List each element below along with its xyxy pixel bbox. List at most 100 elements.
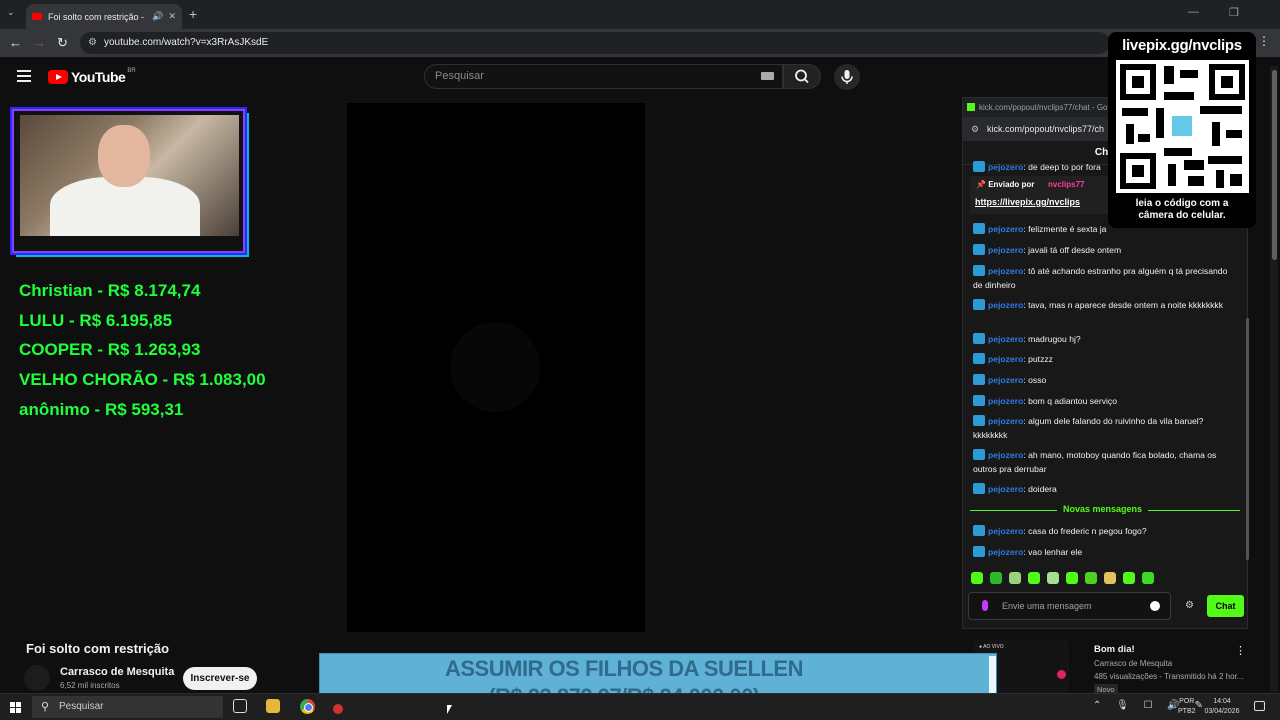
youtube-logo[interactable]: YouTube BR	[48, 68, 136, 85]
taskbar-search-input[interactable]: ⚲ Pesquisar	[32, 696, 223, 718]
user-badge-icon	[973, 395, 985, 406]
windows-start-icon[interactable]	[10, 702, 21, 713]
chat-message: pejozero: bom q adiantou serviço	[973, 394, 1239, 408]
youtube-favicon-icon	[32, 13, 42, 20]
menu-hamburger-icon[interactable]	[17, 70, 31, 82]
youtube-wordmark: YouTube	[71, 69, 126, 85]
url-text: youtube.com/watch?v=x3RrAsJKsdE	[104, 37, 269, 48]
restore-icon[interactable]: ❐	[1229, 6, 1239, 19]
user-badge-icon	[973, 223, 985, 234]
user-badge-icon	[973, 333, 985, 344]
more-options-icon[interactable]: ⋮	[1235, 644, 1246, 657]
pinned-username[interactable]: nvclips77	[1048, 180, 1084, 189]
user-badge-icon	[973, 525, 985, 536]
minimize-icon[interactable]: —	[1188, 6, 1199, 18]
notification-icon[interactable]	[1254, 701, 1265, 711]
microphone-icon[interactable]	[982, 600, 988, 611]
new-tab-plus-icon[interactable]: +	[189, 6, 197, 22]
emote-icon[interactable]	[1142, 572, 1154, 584]
subscriber-count: 6,52 mil inscritos	[60, 681, 120, 690]
app-icon[interactable]	[333, 704, 343, 714]
site-info-icon[interactable]: ⚙	[971, 117, 979, 141]
user-badge-icon	[973, 374, 985, 385]
user-badge-icon	[973, 546, 985, 557]
mouse-cursor	[447, 705, 452, 714]
qr-finder-pattern	[1209, 64, 1245, 100]
voice-search-button[interactable]	[834, 64, 860, 90]
region-code: BR	[127, 68, 136, 74]
emote-icon[interactable]	[1085, 572, 1097, 584]
recommended-video-meta: 485 visualizações - Transmitido há 2 hor…	[1094, 672, 1244, 681]
qr-finder-pattern	[1120, 64, 1156, 100]
emote-icon[interactable]	[1028, 572, 1040, 584]
search-icon	[795, 69, 809, 84]
kick-favicon-icon	[967, 103, 975, 111]
emote-icon[interactable]	[990, 572, 1002, 584]
browser-menu-icon[interactable]: ⋮	[1258, 34, 1270, 48]
user-badge-icon	[973, 161, 985, 172]
emote-icon[interactable]	[971, 572, 983, 584]
qr-instructions: leia o código com a câmera do celular.	[1135, 198, 1229, 221]
chat-message: pejozero: algum dele falando do ruivinho…	[973, 415, 1204, 440]
emote-icon[interactable]	[1066, 572, 1078, 584]
chat-scrollbar-thumb[interactable]	[1246, 318, 1249, 560]
chat-message: pejozero: doidera	[973, 482, 1239, 496]
chat-message: pejozero: tô até achando estranho pra al…	[973, 265, 1228, 290]
donor-entry: VELHO CHORÃO - R$ 1.083,00	[19, 370, 266, 390]
qr-finder-pattern	[1120, 153, 1156, 189]
emote-icon[interactable]	[1047, 572, 1059, 584]
user-badge-icon	[973, 353, 985, 364]
user-badge-icon	[973, 244, 985, 255]
pinned-link[interactable]: https://livepix.gg/nvclips	[975, 197, 1080, 207]
chrome-icon[interactable]	[300, 699, 315, 714]
emoji-picker-icon[interactable]	[1150, 601, 1160, 611]
chat-message: pejozero: ah mano, motoboy quando fica b…	[973, 449, 1217, 474]
chat-message: pejozero: tava, mas n aparece desde onte…	[973, 298, 1239, 312]
forward-arrow-icon[interactable]: →	[33, 35, 46, 50]
emote-icon[interactable]	[1104, 572, 1116, 584]
microphone-icon	[841, 70, 853, 84]
emote-icon[interactable]	[1123, 572, 1135, 584]
chat-message-input[interactable]: Envie uma mensagem	[968, 592, 1171, 620]
send-chat-button[interactable]: Chat	[1207, 595, 1244, 617]
search-button[interactable]	[783, 64, 821, 89]
chat-settings-gear-icon[interactable]: ⚙	[1185, 600, 1194, 611]
donor-entry: LULU - R$ 6.195,85	[19, 310, 173, 330]
system-clock[interactable]: 14:04 03/04/2026	[1202, 697, 1242, 717]
user-badge-icon	[973, 299, 985, 310]
loading-spinner	[450, 322, 540, 412]
file-explorer-icon[interactable]	[266, 699, 280, 713]
streamer-face	[98, 125, 150, 187]
recommended-video-title[interactable]: Bom dia!	[1094, 644, 1135, 655]
live-label: ● AO VIVO	[979, 644, 1004, 650]
search-input[interactable]: Pesquisar	[424, 64, 783, 89]
tab-close-icon[interactable]: ✕	[168, 11, 176, 22]
url-input[interactable]: ⚙ youtube.com/watch?v=x3RrAsJKsdE	[80, 32, 1110, 54]
browser-tab-youtube[interactable]: Foi solto com restrição - Yo 🔊 ✕	[26, 4, 182, 29]
goal-title: ASSUMIR OS FILHOS DA SUELLEN	[445, 656, 803, 681]
chat-message: pejozero: madrugou hj?	[973, 332, 1239, 346]
user-badge-icon	[973, 449, 985, 460]
channel-name[interactable]: Carrasco de Mesquita	[60, 666, 174, 678]
back-arrow-icon[interactable]: ←	[9, 35, 22, 50]
channel-avatar[interactable]	[24, 665, 50, 691]
site-info-icon[interactable]: ⚙	[88, 32, 97, 54]
tab-title: Foi solto com restrição - Yo	[48, 11, 148, 22]
page-scrollbar-thumb[interactable]	[1272, 70, 1277, 260]
qr-url-text: livepix.gg/nvclips	[1122, 37, 1242, 54]
webcam-feed	[20, 115, 239, 236]
keyboard-icon[interactable]	[761, 72, 774, 80]
donor-entry: Christian - R$ 8.174,74	[19, 281, 201, 300]
speaker-icon[interactable]: 🔊	[152, 11, 163, 22]
task-view-icon[interactable]	[233, 699, 247, 713]
qr-code-image	[1116, 60, 1249, 193]
input-language[interactable]: POR PTB2	[1178, 697, 1196, 717]
search-icon: ⚲	[41, 701, 50, 713]
subscribe-button[interactable]: Inscrever-se	[183, 667, 257, 690]
reload-icon[interactable]: ↻	[57, 35, 68, 51]
user-badge-icon	[973, 415, 985, 426]
tab-search-icon[interactable]: ⌄	[7, 7, 21, 21]
address-bar: ← → ↻ ⚙ youtube.com/watch?v=x3RrAsJKsdE	[0, 29, 1280, 57]
emote-icon[interactable]	[1009, 572, 1021, 584]
recommended-channel-name[interactable]: Carrasco de Mesquita	[1094, 659, 1172, 668]
